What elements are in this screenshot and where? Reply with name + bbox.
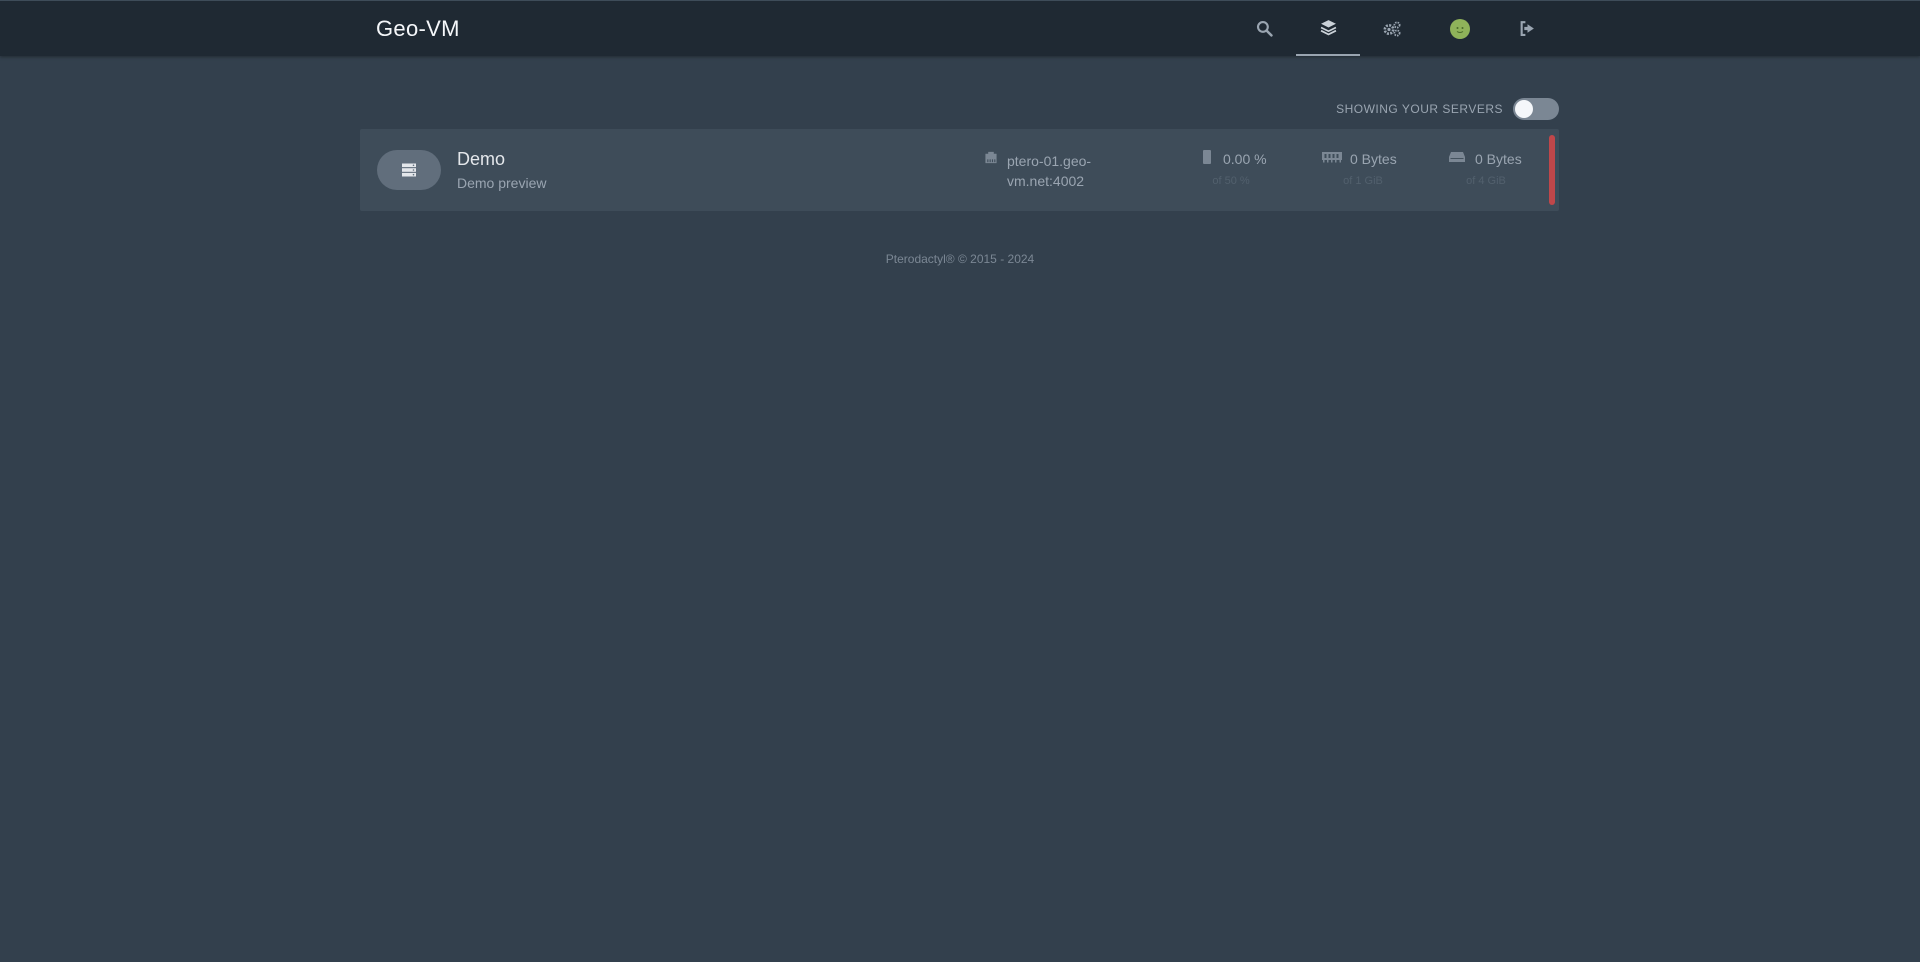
disk-limit: of 4 GiB: [1466, 175, 1506, 187]
sign-out-icon: [1520, 21, 1534, 36]
toggle-knob: [1515, 100, 1533, 118]
search-icon: [1256, 20, 1273, 37]
microchip-icon: [1203, 150, 1211, 164]
memory-limit: of 1 GiB: [1343, 175, 1383, 187]
server-filter: SHOWING YOUR SERVERS: [1336, 98, 1559, 120]
server-name: Demo: [457, 149, 506, 169]
app-title[interactable]: Geo-VM: [376, 16, 460, 42]
address-line-1: ptero-01.geo-: [1007, 153, 1092, 169]
server-address: ptero-01.geo- vm.net:4002: [1007, 151, 1117, 191]
server-icon: [402, 163, 416, 177]
cpu-usage: 0.00 %: [1223, 151, 1267, 167]
server-status-indicator: [1549, 135, 1555, 205]
memory-icon: [1322, 152, 1342, 163]
server-card[interactable]: Demo Demo preview ptero-01.geo- vm.net:4…: [360, 129, 1559, 211]
cogs-icon: [1383, 21, 1401, 37]
disk-usage: 0 Bytes: [1475, 151, 1522, 167]
servers-button[interactable]: [1296, 1, 1360, 56]
account-button[interactable]: [1428, 1, 1492, 56]
ethernet-icon: [985, 151, 997, 164]
hdd-icon: [1449, 152, 1465, 162]
admin-button[interactable]: [1360, 1, 1424, 56]
address-line-2: vm.net:4002: [1007, 173, 1085, 189]
cpu-limit: of 50 %: [1212, 175, 1250, 187]
layers-icon: [1320, 20, 1336, 36]
server-description: Demo preview: [457, 175, 547, 191]
filter-label: SHOWING YOUR SERVERS: [1336, 102, 1503, 116]
logout-button[interactable]: [1495, 1, 1559, 56]
footer-copyright: Pterodactyl® © 2015 - 2024: [885, 252, 1035, 266]
server-avatar: [377, 150, 441, 190]
user-avatar: [1450, 18, 1470, 39]
search-button[interactable]: [1232, 1, 1296, 56]
top-navbar: Geo-VM: [0, 0, 1920, 56]
memory-usage: 0 Bytes: [1350, 151, 1397, 167]
show-all-servers-toggle[interactable]: [1513, 98, 1559, 120]
